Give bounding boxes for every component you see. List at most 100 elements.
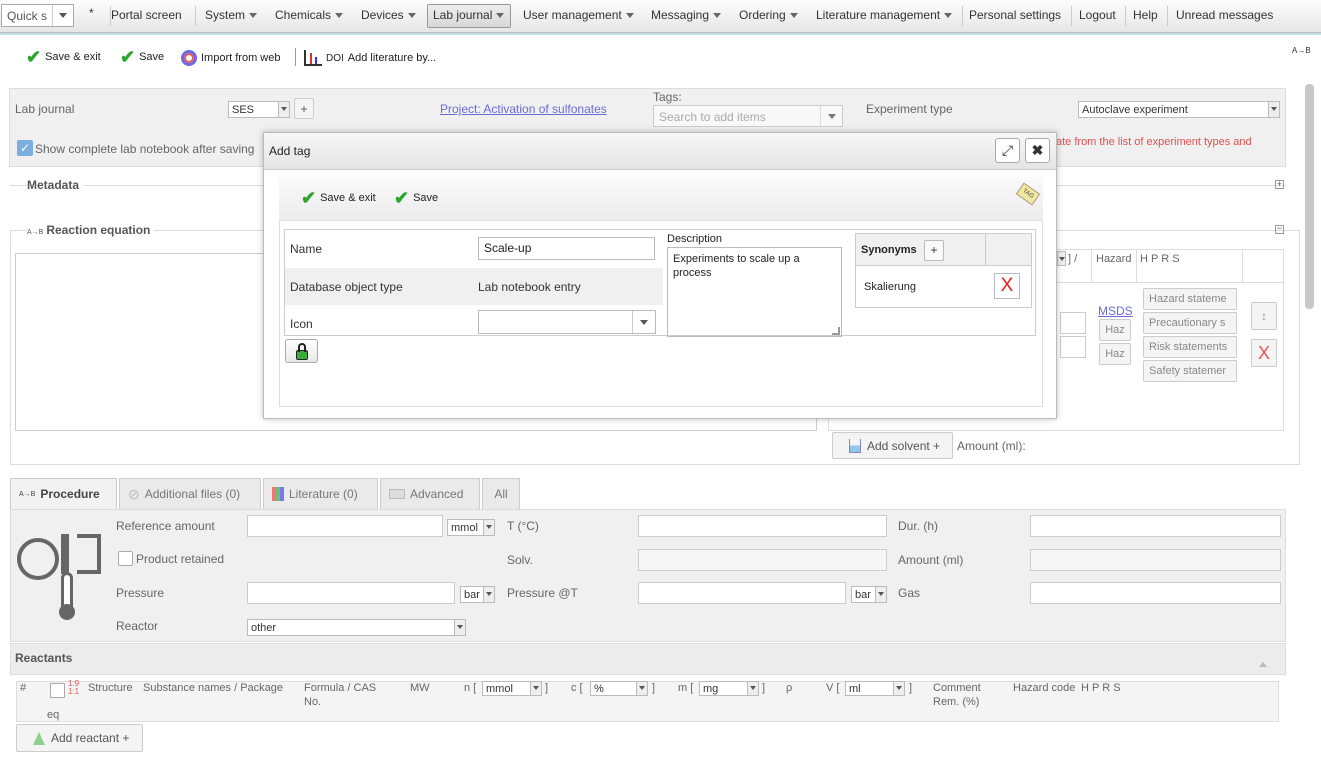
add-synonym-button[interactable]: + — [924, 240, 944, 261]
menu-portal-screen[interactable]: Portal screen — [111, 8, 182, 22]
delete-row-icon[interactable]: X — [1251, 339, 1277, 367]
add-lab-journal-button[interactable]: + — [294, 98, 314, 119]
product-retained-checkbox[interactable] — [118, 551, 133, 566]
chevron-down-icon — [486, 525, 492, 529]
menu-personal-settings[interactable]: Personal settings — [969, 8, 1061, 22]
tags-placeholder: Search to add items — [659, 110, 766, 124]
move-row-icon[interactable]: ↕ — [1251, 302, 1277, 330]
icon-select[interactable] — [478, 310, 656, 334]
pressure-input[interactable] — [247, 582, 455, 604]
synonym-item: Skalierung — [864, 281, 916, 293]
hazard-statements-field[interactable]: Hazard stateme — [1143, 288, 1237, 310]
close-button[interactable]: ✖ — [1025, 138, 1050, 163]
quick-search-dropdown[interactable] — [52, 5, 73, 26]
select-all-checkbox[interactable] — [50, 683, 65, 698]
tab-advanced[interactable]: Advanced — [380, 478, 480, 509]
n-unit-select[interactable]: mmol — [482, 681, 542, 696]
lab-journal-select[interactable]: SES — [228, 101, 290, 118]
menu-literature-management[interactable]: Literature management — [816, 8, 953, 22]
safety-statements-field[interactable]: Safety statemer — [1143, 360, 1237, 382]
amount-input[interactable] — [1030, 549, 1281, 571]
pressure-at-t-unit-select[interactable]: bar — [851, 586, 887, 603]
add-literature-button[interactable]: DOI Add literature by... — [304, 50, 436, 66]
project-link[interactable]: Project: Activation of sulfonates — [440, 102, 607, 116]
menu-system[interactable]: System — [205, 8, 258, 22]
description-textarea[interactable]: Experiments to scale up a process — [667, 247, 842, 337]
solvent-amount-input-2[interactable] — [1060, 336, 1086, 358]
ratio-icon: 1:9 1:1 — [68, 679, 80, 696]
reactants-header[interactable] — [10, 643, 1286, 675]
menu-chemicals[interactable]: Chemicals — [275, 8, 344, 22]
menu-help[interactable]: Help — [1133, 8, 1158, 22]
add-reactant-button[interactable]: Add reactant + — [16, 724, 143, 752]
tab-all[interactable]: All — [482, 478, 520, 509]
dialog-titlebar[interactable]: Add tag ⤢ ✖ — [264, 133, 1056, 170]
expand-icon[interactable]: + — [1275, 180, 1284, 189]
reactor-value: other — [251, 621, 277, 634]
dbtype-label: Database object type — [290, 280, 403, 294]
synonyms-label: Synonyms — [861, 244, 917, 256]
menu-messaging[interactable]: Messaging — [651, 8, 722, 22]
hazard-button-2[interactable]: Haz — [1099, 343, 1131, 365]
pressure-at-t-input[interactable] — [638, 582, 846, 604]
dropdown-arrow — [747, 682, 758, 695]
menu-devices-label: Devices — [361, 8, 404, 22]
col-n-close: ] — [545, 682, 549, 694]
save-exit-button[interactable]: ✔ Save & exit — [26, 48, 101, 66]
menu-logout[interactable]: Logout — [1079, 8, 1116, 22]
gas-input[interactable] — [1030, 582, 1281, 604]
dialog-save-button[interactable]: ✔ Save — [394, 189, 438, 207]
warning-text: ate from the list of experiment types an… — [1056, 136, 1252, 148]
collapse-icon[interactable]: − — [1275, 224, 1284, 234]
checkmark-icon: ✔ — [301, 188, 317, 208]
v-unit-select[interactable]: ml — [845, 681, 905, 696]
import-web-button[interactable]: Import from web — [181, 50, 280, 66]
menu-user-management[interactable]: User management — [523, 8, 634, 22]
tab-additional-files[interactable]: ⊘ Additional files (0) — [119, 478, 261, 509]
dialog-save-exit-label: Save & exit — [320, 192, 376, 204]
collapse-icon[interactable] — [1259, 657, 1267, 671]
menu-unread-messages[interactable]: Unread messages — [1176, 8, 1273, 22]
menu-ordering[interactable]: Ordering — [739, 8, 798, 22]
tags-dropdown[interactable] — [820, 106, 842, 126]
m-unit-select[interactable]: mg — [699, 681, 759, 696]
temperature-label: T (°C) — [507, 519, 539, 533]
show-notebook-label: Show complete lab notebook after saving — [35, 142, 255, 156]
tab-procedure[interactable]: A→B Procedure — [10, 478, 117, 509]
favorites-star[interactable]: * — [89, 6, 94, 20]
pressure-unit-select[interactable]: bar — [460, 586, 495, 603]
name-input[interactable]: Scale-up — [478, 237, 655, 260]
page-scrollbar[interactable] — [1305, 84, 1314, 309]
dropdown-arrow — [278, 102, 289, 117]
hazard-button[interactable]: Haz — [1099, 319, 1131, 341]
precautionary-statements-field[interactable]: Precautionary s — [1143, 312, 1237, 334]
menu-devices[interactable]: Devices — [361, 8, 416, 22]
tags-search-input[interactable]: Search to add items — [653, 105, 843, 127]
delete-synonym-button[interactable]: X — [994, 273, 1020, 299]
maximize-button[interactable]: ⤢ — [995, 138, 1020, 163]
menu-lab-journal[interactable]: Lab journal — [433, 8, 505, 22]
reference-amount-input[interactable] — [247, 515, 443, 537]
save-button[interactable]: ✔ Save — [120, 48, 164, 66]
add-solvent-button[interactable]: Add solvent + — [832, 432, 953, 459]
tab-literature[interactable]: Literature (0) — [263, 478, 378, 509]
msds-link[interactable]: MSDS — [1098, 304, 1133, 318]
reference-unit-value: mmol — [451, 521, 478, 534]
risk-statements-field[interactable]: Risk statements — [1143, 336, 1237, 358]
quick-search-input[interactable]: Quick s — [1, 4, 74, 27]
experiment-type-select[interactable]: Autoclave experiment — [1078, 101, 1280, 118]
c-unit-select[interactable]: % — [590, 681, 648, 696]
tag-form: Name Scale-up Database object type Lab n… — [284, 229, 1036, 337]
reactor-select[interactable]: other — [247, 619, 466, 636]
solvent-input[interactable] — [638, 549, 887, 571]
icon-dropdown[interactable] — [632, 311, 655, 333]
reference-unit-select[interactable]: mmol — [447, 519, 495, 536]
dialog-save-exit-button[interactable]: ✔ Save & exit — [301, 188, 376, 208]
duration-input[interactable] — [1030, 515, 1281, 537]
unlock-button[interactable] — [285, 339, 318, 363]
solvent-amount-input[interactable] — [1060, 312, 1086, 334]
show-notebook-checkbox[interactable]: ✓ — [17, 140, 33, 156]
resize-grip-icon[interactable] — [832, 327, 840, 335]
column-unit-dropdown[interactable] — [1057, 251, 1066, 266]
temperature-input[interactable] — [638, 515, 887, 537]
